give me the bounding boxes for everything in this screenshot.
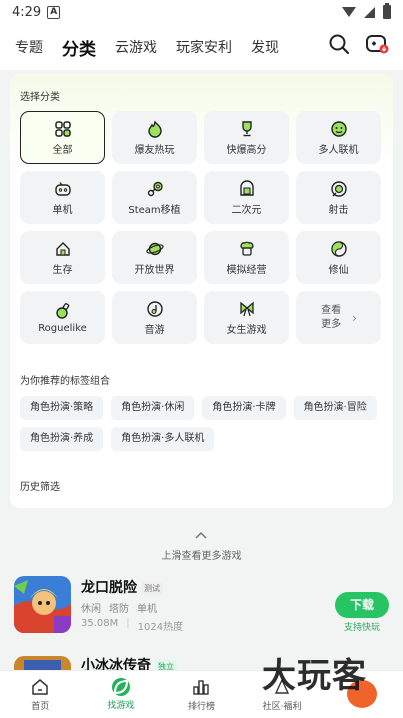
app-notification-icon: A bbox=[47, 5, 61, 19]
potion-icon bbox=[55, 302, 69, 319]
recommend-tag[interactable]: 角色扮演·养成 bbox=[20, 427, 104, 451]
grid-icon bbox=[54, 120, 71, 137]
game-tags: 休闲 塔防 单机 bbox=[81, 604, 157, 615]
tab-categories[interactable]: 分类 bbox=[60, 35, 98, 60]
tab-discover[interactable]: 发现 bbox=[251, 37, 279, 57]
status-bar: 4:29 A bbox=[0, 0, 403, 24]
scroll-hint: 上滑查看更多游戏 bbox=[161, 551, 242, 562]
test-badge: 测试 bbox=[141, 581, 163, 595]
recommend-tag[interactable]: 角色扮演·卡牌 bbox=[202, 396, 286, 420]
status-time: 4:29 bbox=[12, 4, 42, 20]
game-heat: 1024热度 bbox=[137, 622, 184, 633]
download-button[interactable]: 下载 bbox=[335, 592, 389, 618]
category-label: Roguelike bbox=[38, 322, 87, 334]
fire-icon bbox=[147, 120, 162, 138]
category-shooter[interactable]: 射击 bbox=[296, 171, 381, 224]
tab-topics[interactable]: 专题 bbox=[15, 37, 43, 57]
bow-icon bbox=[239, 301, 254, 316]
trophy-icon bbox=[241, 120, 252, 136]
game-stats: 35.08M | 1024热度 bbox=[81, 618, 184, 633]
steam-icon bbox=[147, 181, 163, 196]
category-cultivation[interactable]: 修仙 bbox=[296, 231, 381, 284]
category-label: 模拟经营 bbox=[226, 264, 267, 276]
tab-cloud-games[interactable]: 云游戏 bbox=[115, 37, 157, 57]
rankings-icon bbox=[193, 680, 210, 695]
category-simulation[interactable]: 模拟经营 bbox=[204, 231, 289, 284]
category-label: 生存 bbox=[52, 264, 73, 276]
category-roguelike[interactable]: Roguelike bbox=[20, 291, 105, 344]
top-nav: 专题 分类 云游戏 玩家安利 发现 bbox=[0, 24, 403, 70]
recommend-tag[interactable]: 角色扮演·策略 bbox=[20, 396, 104, 420]
category-label: 快爆高分 bbox=[226, 144, 267, 156]
nav-home[interactable]: 首页 bbox=[0, 671, 81, 718]
anime-icon bbox=[239, 179, 254, 196]
category-label: 二次元 bbox=[231, 204, 262, 216]
category-grid: 全部 爆友热玩 快爆高分 多人联机 单机 Steam移植 二次元 射击 生存 开… bbox=[20, 111, 381, 344]
battery-icon bbox=[383, 3, 391, 19]
house-icon bbox=[55, 241, 70, 256]
recommend-tags: 角色扮演·策略 角色扮演·休闲 角色扮演·卡牌 角色扮演·冒险 角色扮演·养成 … bbox=[20, 396, 390, 451]
status-icons bbox=[342, 3, 391, 19]
quick-play-label: 支持快玩 bbox=[343, 623, 380, 633]
yinyang-icon bbox=[330, 240, 347, 257]
recommend-tag[interactable]: 角色扮演·休闲 bbox=[111, 396, 195, 420]
category-top-rated[interactable]: 快爆高分 bbox=[204, 111, 289, 164]
category-anime[interactable]: 二次元 bbox=[204, 171, 289, 224]
search-icon[interactable] bbox=[327, 32, 351, 56]
recommend-section-title: 为你推荐的标签组合 bbox=[20, 376, 110, 387]
category-panel: 选择分类 全部 爆友热玩 快爆高分 多人联机 单机 Steam移植 二次元 射击… bbox=[10, 74, 393, 508]
multiplayer-icon bbox=[330, 120, 347, 137]
category-hot[interactable]: 爆友热玩 bbox=[112, 111, 197, 164]
target-icon bbox=[330, 180, 347, 197]
category-label: 单机 bbox=[52, 204, 73, 216]
nav-find-games[interactable]: 找游戏 bbox=[81, 671, 162, 718]
music-icon bbox=[146, 300, 163, 317]
wifi-icon bbox=[342, 7, 356, 17]
view-more-label: 查看 更多 bbox=[321, 304, 342, 330]
tab-player-recommend[interactable]: 玩家安利 bbox=[176, 37, 232, 57]
category-label: 射击 bbox=[328, 204, 349, 216]
category-label: 音游 bbox=[144, 324, 165, 336]
home-icon bbox=[32, 679, 49, 695]
category-label: 女生游戏 bbox=[226, 324, 267, 336]
category-multiplayer[interactable]: 多人联机 bbox=[296, 111, 381, 164]
chevron-up-icon bbox=[195, 531, 207, 539]
chef-icon bbox=[239, 241, 254, 256]
category-girls-games[interactable]: 女生游戏 bbox=[204, 291, 289, 344]
game-title[interactable]: 龙口脱险 测试 bbox=[81, 577, 163, 597]
game-download-icon[interactable] bbox=[365, 32, 389, 56]
recommend-tag[interactable]: 角色扮演·冒险 bbox=[293, 396, 377, 420]
category-section-title: 选择分类 bbox=[20, 92, 60, 103]
category-single-player[interactable]: 单机 bbox=[20, 171, 105, 224]
recommend-tag[interactable]: 角色扮演·多人联机 bbox=[111, 427, 215, 451]
category-label: 爆友热玩 bbox=[134, 144, 175, 156]
category-label: 多人联机 bbox=[318, 144, 359, 156]
category-survival[interactable]: 生存 bbox=[20, 231, 105, 284]
category-open-world[interactable]: 开放世界 bbox=[112, 231, 197, 284]
category-steam-port[interactable]: Steam移植 bbox=[112, 171, 197, 224]
planet-icon bbox=[145, 242, 164, 255]
category-label: 开放世界 bbox=[134, 264, 175, 276]
nav-rankings[interactable]: 排行榜 bbox=[161, 671, 242, 718]
game-size: 35.08M bbox=[81, 618, 119, 629]
watermark-text: 大玩客 bbox=[262, 656, 367, 696]
category-label: 修仙 bbox=[328, 264, 349, 276]
category-view-more[interactable]: 查看 更多 › bbox=[296, 291, 381, 344]
category-music[interactable]: 音游 bbox=[112, 291, 197, 344]
category-label: 全部 bbox=[52, 144, 73, 156]
gamepad-icon bbox=[54, 181, 71, 196]
game-cover-image[interactable] bbox=[14, 576, 71, 633]
signal-icon bbox=[364, 6, 375, 18]
leaf-icon bbox=[111, 678, 130, 696]
category-all[interactable]: 全部 bbox=[20, 111, 105, 164]
chevron-right-icon: › bbox=[352, 310, 357, 325]
history-filter-label[interactable]: 历史筛选 bbox=[20, 478, 60, 493]
category-label: Steam移植 bbox=[128, 204, 181, 216]
